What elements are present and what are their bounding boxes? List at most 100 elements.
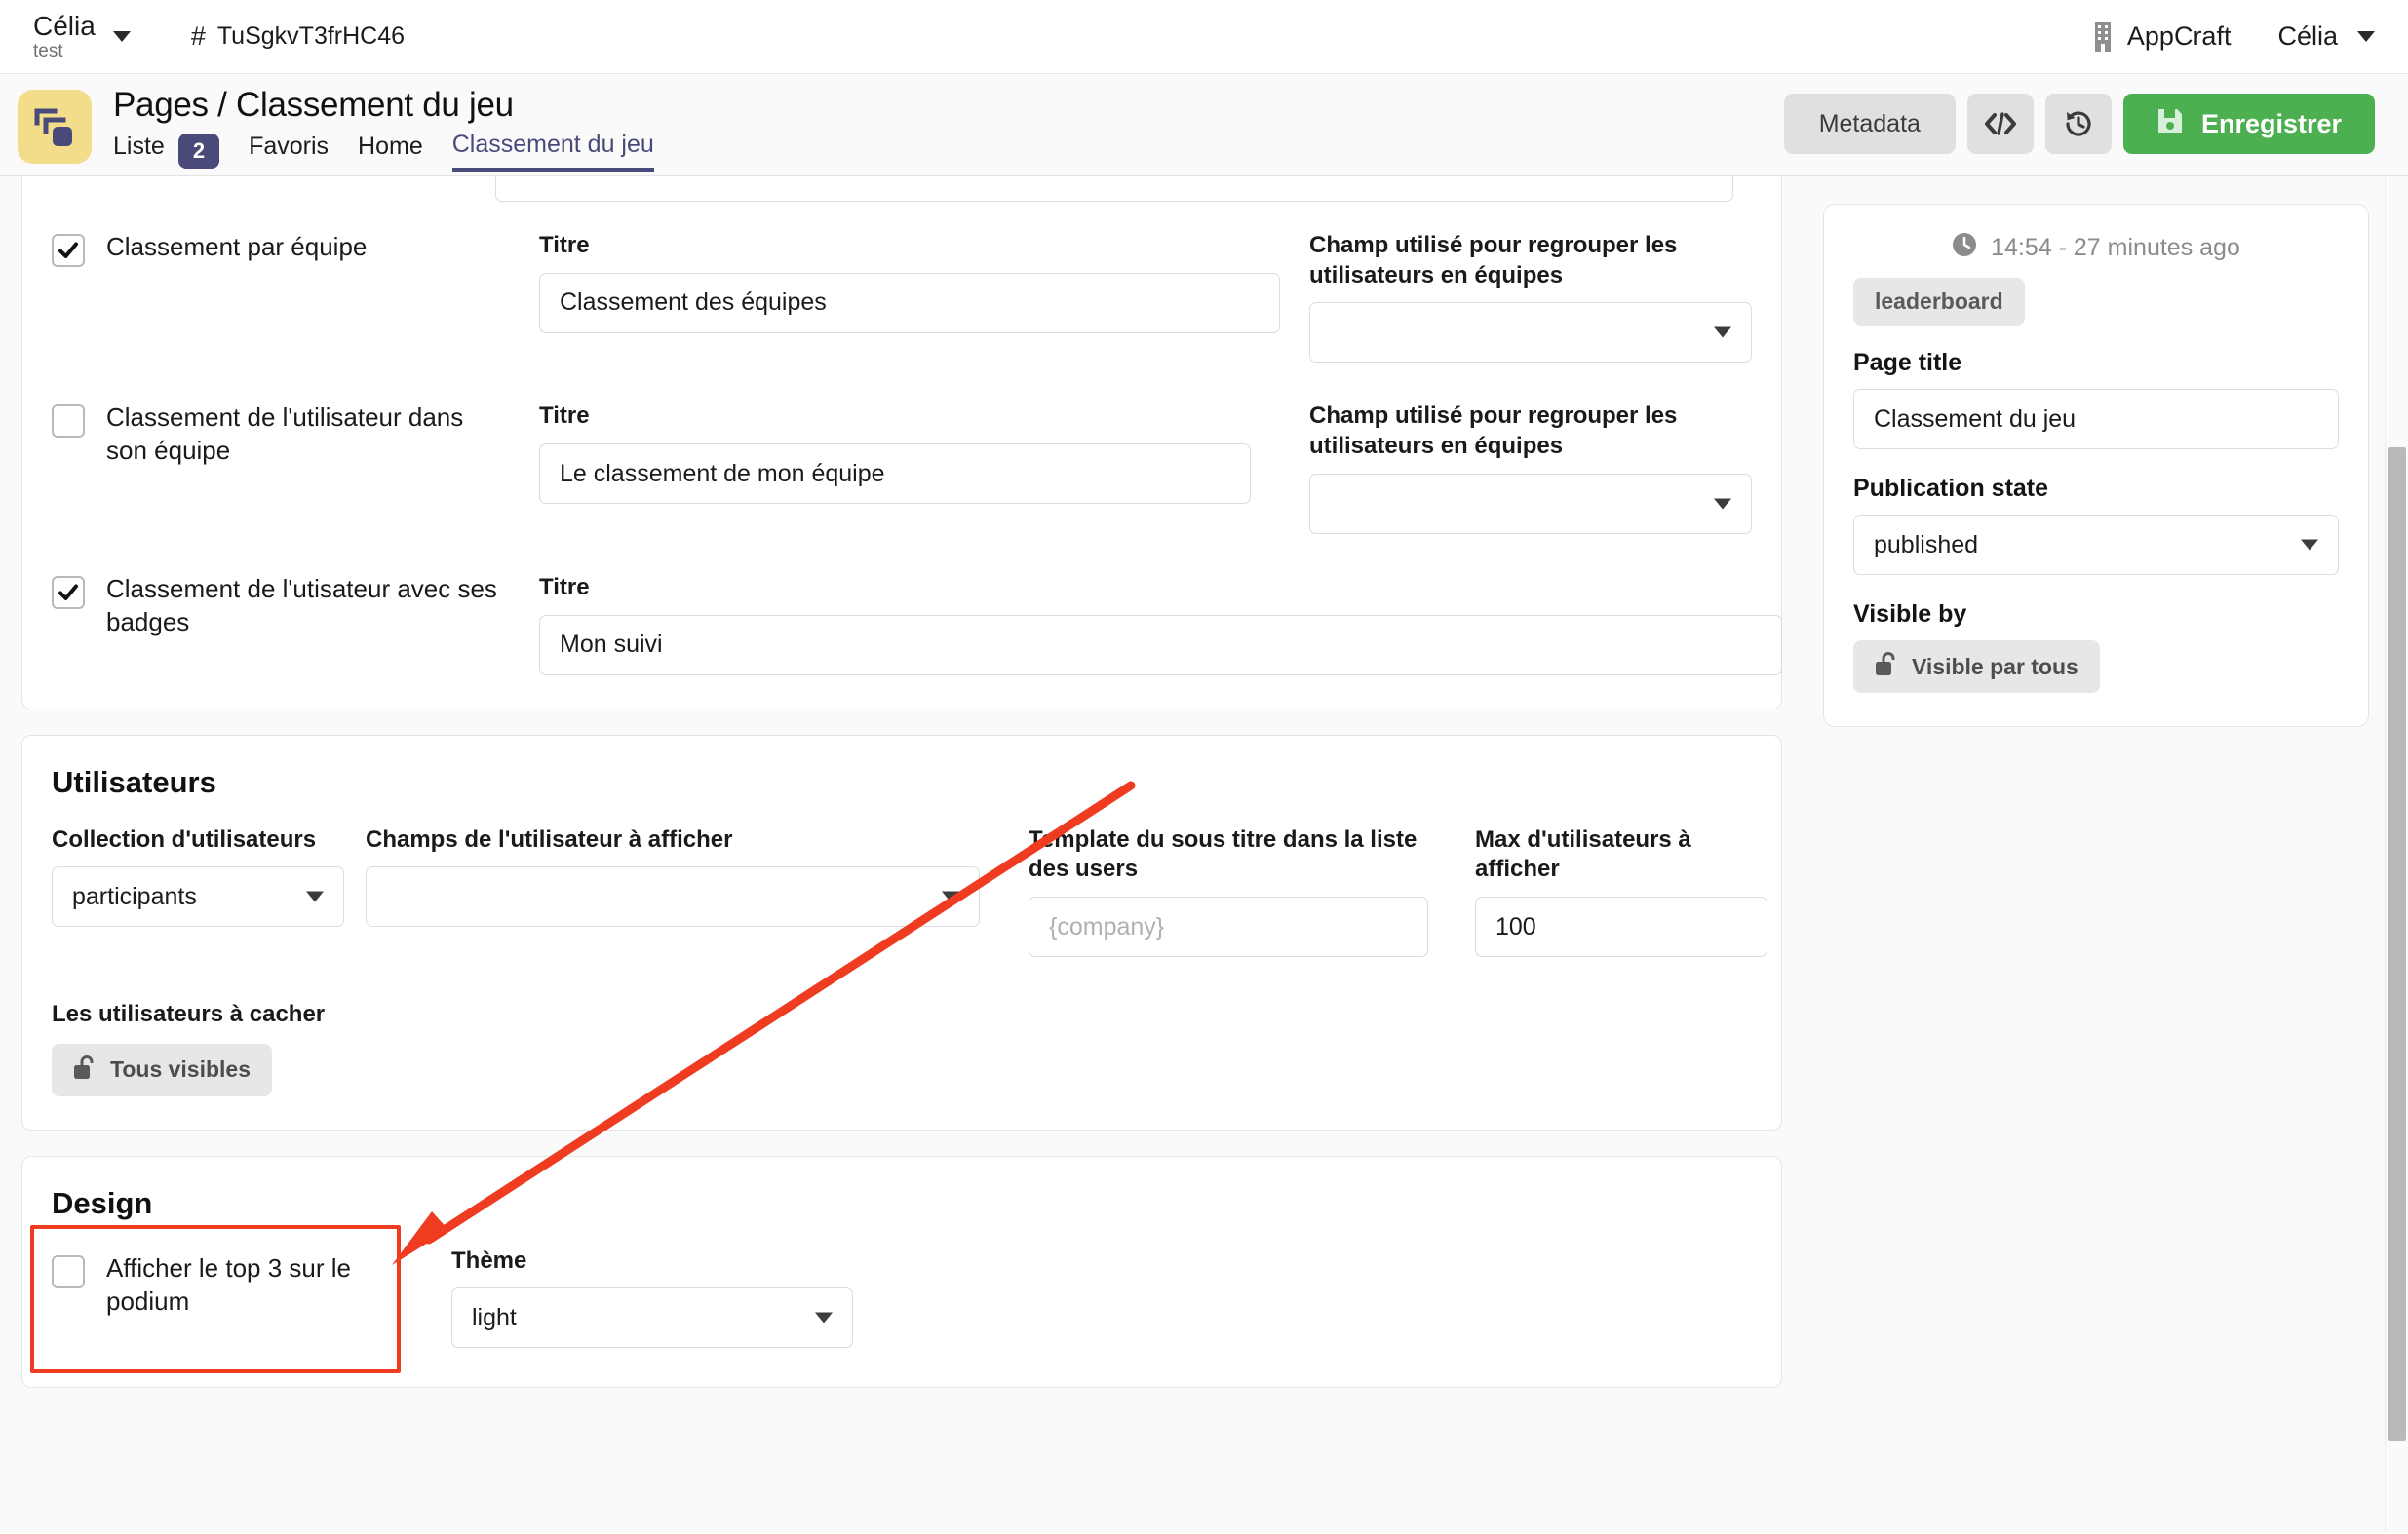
last-modified-timestamp: 14:54 - 27 minutes ago	[1991, 234, 2240, 262]
users-fields-row: Collection d'utilisateurs participants C…	[52, 825, 1752, 957]
page-title-input[interactable]: Classement du jeu	[1853, 389, 2339, 449]
checkbox-classement-utilisateur-equipe[interactable]: Classement de l'utilisateur dans son équ…	[52, 402, 510, 533]
title-field-group: Titre Le classement de mon équipe	[539, 402, 1280, 533]
tab-home[interactable]: Home	[358, 133, 423, 170]
group-field-group: Champ utilisé pour regrouper les utilisa…	[1309, 402, 1752, 533]
design-card: Design Afficher le top 3 sur le podium T…	[21, 1156, 1782, 1389]
design-section-title: Design	[52, 1186, 1752, 1221]
code-brackets-icon-button[interactable]	[1967, 94, 2034, 154]
checkbox-classement-badges[interactable]: Classement de l'utisateur avec ses badge…	[52, 573, 510, 675]
page-header-actions: Metadata Enregistrer	[1784, 94, 2375, 154]
sidebar-column: 14:54 - 27 minutes ago leaderboard Page …	[1806, 176, 2408, 1533]
hidden-users-label: Les utilisateurs à cacher	[52, 1000, 1752, 1030]
tab-classement-du-jeu[interactable]: Classement du jeu	[452, 131, 654, 172]
checkbox-classement-par-equipe[interactable]: Classement par équipe	[52, 231, 510, 363]
title-input[interactable]: Le classement de mon équipe	[539, 443, 1251, 504]
page-scrollbar[interactable]	[2385, 176, 2408, 1533]
group-field-label: Champ utilisé pour regrouper les utilisa…	[1309, 402, 1699, 461]
max-users-group: Max d'utilisateurs à afficher 100	[1475, 825, 1767, 957]
page-tag-badge[interactable]: leaderboard	[1853, 278, 2025, 326]
checkbox-label: Classement de l'utilisateur dans son équ…	[106, 402, 510, 533]
chevron-down-icon[interactable]	[1714, 498, 1731, 509]
chevron-down-icon[interactable]	[2357, 31, 2375, 42]
tab-favoris[interactable]: Favoris	[249, 133, 329, 170]
user-fields-label: Champs de l'utilisateur à afficher	[366, 825, 980, 856]
chevron-down-icon[interactable]	[113, 31, 131, 42]
clock-icon	[1952, 232, 1977, 264]
user-fields-select[interactable]	[366, 866, 980, 927]
checkbox-label: Classement par équipe	[106, 231, 367, 363]
theme-select[interactable]: light	[451, 1287, 853, 1348]
page-scrollbar-thumb[interactable]	[2388, 447, 2406, 1441]
page-title-group: Page title Classement du jeu	[1853, 349, 2339, 449]
chevron-down-icon[interactable]	[2301, 540, 2318, 551]
publication-state-label: Publication state	[1853, 475, 2339, 503]
title-field-group: Titre Mon suivi	[539, 573, 1752, 675]
leaderboard-row: Classement par équipe Titre Classement d…	[52, 231, 1752, 363]
checkbox-label: Classement de l'utisateur avec ses badge…	[106, 573, 510, 675]
group-field-label: Champ utilisé pour regrouper les utilisa…	[1309, 231, 1699, 290]
clipped-title-input[interactable]	[495, 176, 1733, 202]
topbar-right-group: AppCraft Célia	[2092, 21, 2375, 52]
metadata-button[interactable]: Metadata	[1784, 94, 1956, 154]
checkbox-box[interactable]	[52, 576, 85, 609]
title-input[interactable]: Classement des équipes	[539, 273, 1280, 333]
brand-block: AppCraft	[2092, 21, 2232, 52]
leaderboard-row: Classement de l'utilisateur dans son équ…	[52, 402, 1752, 533]
group-field-select[interactable]	[1309, 474, 1752, 534]
chevron-down-icon[interactable]	[1714, 327, 1731, 338]
visible-by-pill[interactable]: Visible par tous	[1853, 640, 2100, 693]
title-label: Titre	[539, 402, 1280, 432]
theme-label: Thème	[451, 1246, 853, 1277]
collection-label: Collection d'utilisateurs	[52, 825, 344, 856]
tab-liste-wrap: Liste 2	[113, 133, 219, 170]
save-button-label: Enregistrer	[2201, 109, 2342, 139]
history-icon-button[interactable]	[2045, 94, 2112, 154]
title-label: Titre	[539, 231, 1280, 261]
org-environment-label: test	[33, 42, 96, 61]
hidden-users-group: Les utilisateurs à cacher Tous visibles	[52, 1000, 1752, 1096]
hash-icon: #	[191, 21, 206, 52]
page-header-text: Pages / Classement du jeu Liste 2 Favori…	[113, 86, 654, 172]
checkbox-box[interactable]	[52, 234, 85, 267]
brand-name: AppCraft	[2127, 21, 2232, 52]
page-tabs: Liste 2 Favoris Home Classement du jeu	[113, 131, 654, 172]
pages-icon	[18, 90, 92, 164]
tab-liste[interactable]: Liste	[113, 133, 165, 170]
unlock-icon	[73, 1055, 97, 1086]
template-input[interactable]: {company}	[1029, 897, 1428, 957]
building-icon	[2092, 22, 2114, 52]
annotation-highlight-box	[30, 1225, 401, 1373]
podium-checkbox-wrap: Afficher le top 3 sur le podium	[52, 1246, 422, 1319]
checkbox-box[interactable]	[52, 404, 85, 438]
save-button[interactable]: Enregistrer	[2123, 94, 2375, 154]
chevron-down-icon[interactable]	[306, 892, 324, 902]
title-input[interactable]: Mon suivi	[539, 615, 1782, 675]
visible-by-pill-label: Visible par tous	[1912, 654, 2078, 680]
hidden-users-pill[interactable]: Tous visibles	[52, 1044, 272, 1096]
group-field-select[interactable]	[1309, 302, 1752, 363]
page-body: Classement par équipe Titre Classement d…	[0, 176, 2408, 1533]
user-name: Célia	[2277, 21, 2338, 52]
chevron-down-icon[interactable]	[815, 1313, 833, 1323]
max-users-input[interactable]: 100	[1475, 897, 1767, 957]
publication-state-value: published	[1874, 531, 1978, 559]
design-fields-row: Afficher le top 3 sur le podium Thème li…	[52, 1246, 1752, 1349]
org-switcher[interactable]: Célia test	[33, 12, 131, 61]
theme-value: light	[472, 1304, 517, 1332]
publication-state-select[interactable]: published	[1853, 515, 2339, 575]
floppy-disk-icon	[2156, 107, 2184, 141]
app-id-display: # TuSgkvT3frHC46	[191, 21, 405, 52]
hidden-users-pill-label: Tous visibles	[110, 1056, 251, 1083]
page-title: Pages / Classement du jeu	[113, 86, 654, 125]
app-id-value: TuSgkvT3frHC46	[217, 22, 405, 51]
collection-select[interactable]: participants	[52, 866, 344, 927]
leaderboard-row: Classement de l'utisateur avec ses badge…	[52, 573, 1752, 675]
page-title-label: Page title	[1853, 349, 2339, 377]
template-label: Template du sous titre dans la liste des…	[1029, 825, 1428, 885]
chevron-down-icon[interactable]	[942, 892, 959, 902]
title-field-group: Titre Classement des équipes	[539, 231, 1280, 363]
tab-liste-badge: 2	[178, 134, 219, 169]
user-menu[interactable]: Célia	[2277, 21, 2375, 52]
visible-by-group: Visible by Visible par tous	[1853, 600, 2339, 693]
